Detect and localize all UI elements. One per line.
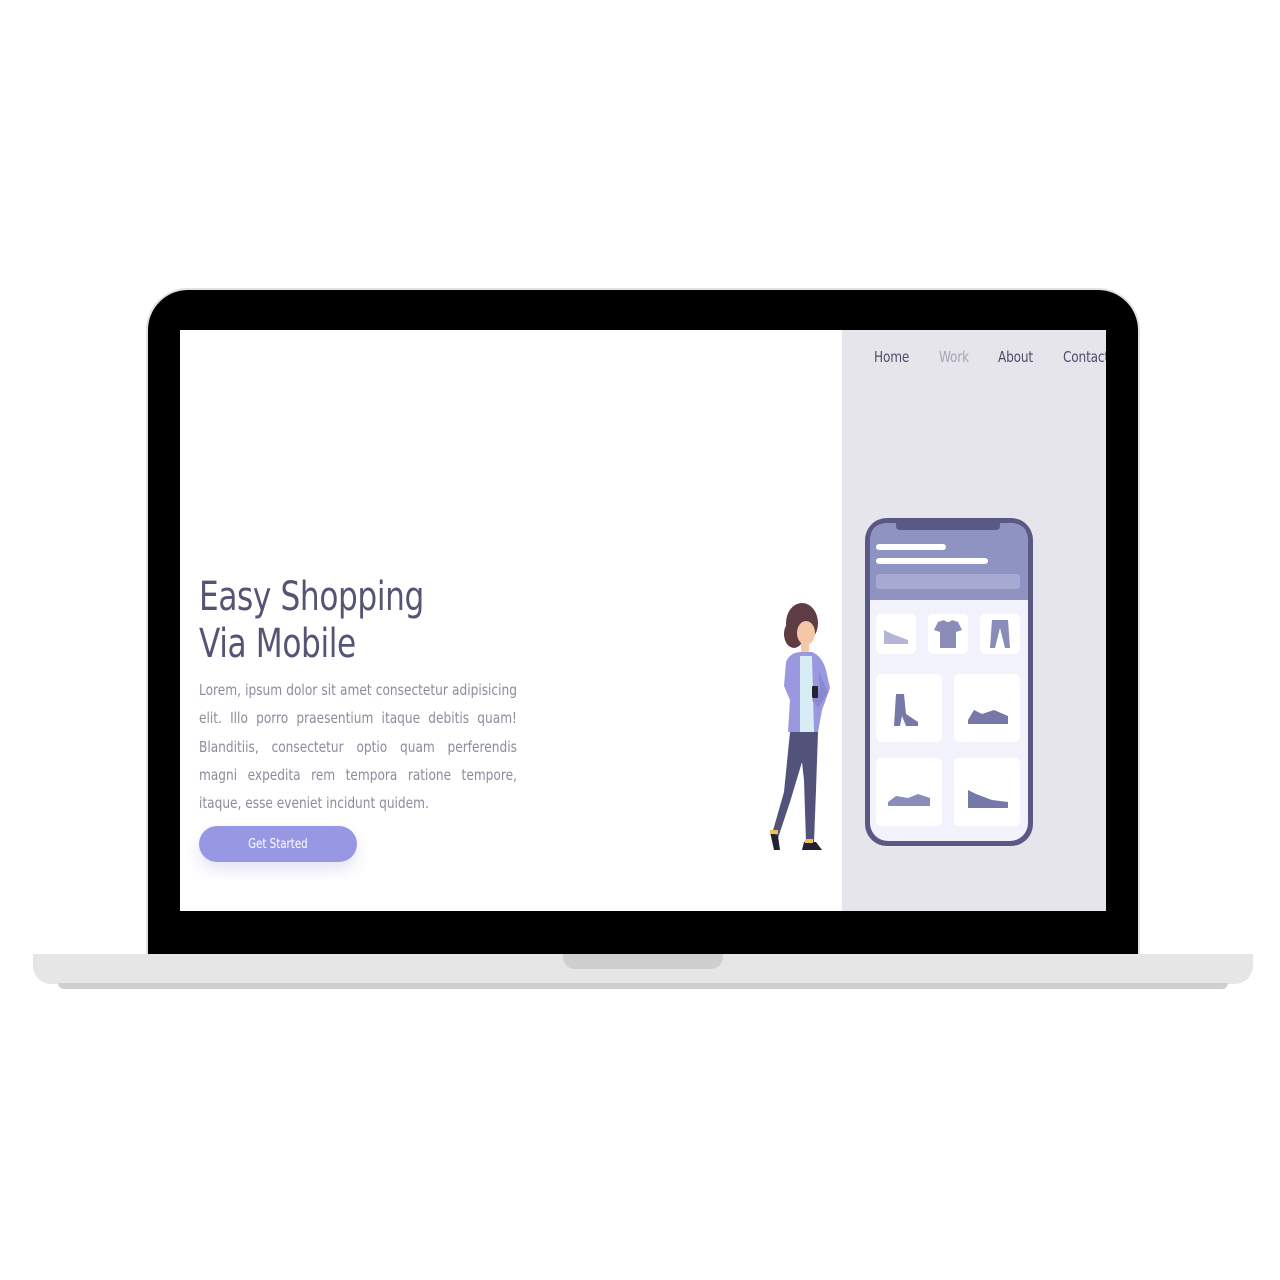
hero-title: Easy Shopping Via Mobile: [199, 574, 424, 668]
woman-illustration: [770, 603, 830, 850]
laptop-mockup-stage: Home Work About Contact Easy Shopping Vi…: [0, 0, 1280, 1280]
main-nav: Home Work About Contact: [874, 348, 1106, 366]
nav-work[interactable]: Work: [939, 348, 969, 366]
hero-title-line-2: Via Mobile: [199, 621, 356, 667]
get-started-button[interactable]: Get Started: [199, 826, 357, 862]
hero-title-line-1: Easy Shopping: [199, 574, 424, 620]
nav-contact[interactable]: Contact: [1063, 348, 1106, 366]
laptop-base-shadow: [58, 983, 1228, 989]
hero-description: Lorem, ipsum dolor sit amet consectetur …: [199, 681, 517, 813]
laptop-notch: [563, 954, 723, 969]
shopping-illustration: [770, 518, 1033, 850]
nav-about[interactable]: About: [998, 348, 1033, 366]
phone-illustration: [865, 518, 1033, 846]
nav-home[interactable]: Home: [874, 348, 909, 366]
website-screen: Home Work About Contact Easy Shopping Vi…: [180, 330, 1106, 911]
laptop-base: [33, 954, 1253, 984]
laptop-lid: Home Work About Contact Easy Shopping Vi…: [148, 290, 1138, 956]
get-started-label: Get Started: [248, 836, 308, 852]
